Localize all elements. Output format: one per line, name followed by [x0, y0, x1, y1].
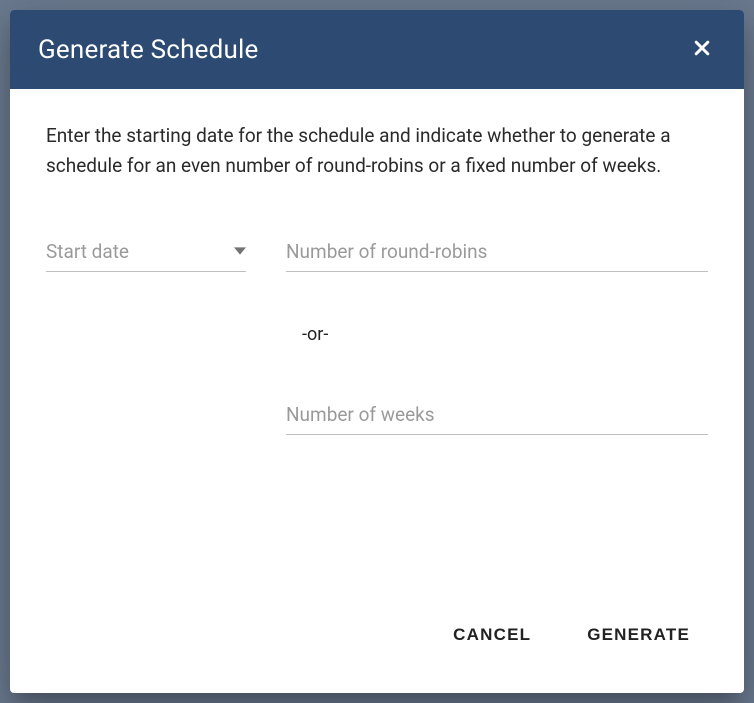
close-icon	[692, 38, 712, 61]
modal-description: Enter the starting date for the schedule…	[46, 121, 708, 182]
modal-title: Generate Schedule	[38, 35, 259, 65]
close-button[interactable]	[688, 34, 716, 65]
generate-schedule-modal: Generate Schedule Enter the starting dat…	[10, 10, 744, 693]
modal-header: Generate Schedule	[10, 10, 744, 89]
right-column: Number of round-robins -or- Number of we…	[286, 234, 708, 435]
caret-down-icon	[234, 242, 246, 261]
weeks-field[interactable]: Number of weeks	[286, 397, 708, 435]
or-separator: -or-	[302, 324, 708, 345]
modal-body: Enter the starting date for the schedule…	[10, 89, 744, 597]
generate-button[interactable]: GENERATE	[577, 617, 700, 653]
start-date-placeholder: Start date	[46, 240, 129, 263]
round-robins-field[interactable]: Number of round-robins	[286, 234, 708, 272]
left-column: Start date	[46, 234, 246, 435]
weeks-placeholder: Number of weeks	[286, 403, 435, 426]
form-row: Start date Number of round-robins -or- N…	[46, 234, 708, 435]
start-date-field[interactable]: Start date	[46, 234, 246, 272]
modal-actions: CANCEL GENERATE	[10, 597, 744, 693]
cancel-button[interactable]: CANCEL	[443, 617, 541, 653]
round-robins-placeholder: Number of round-robins	[286, 240, 487, 263]
